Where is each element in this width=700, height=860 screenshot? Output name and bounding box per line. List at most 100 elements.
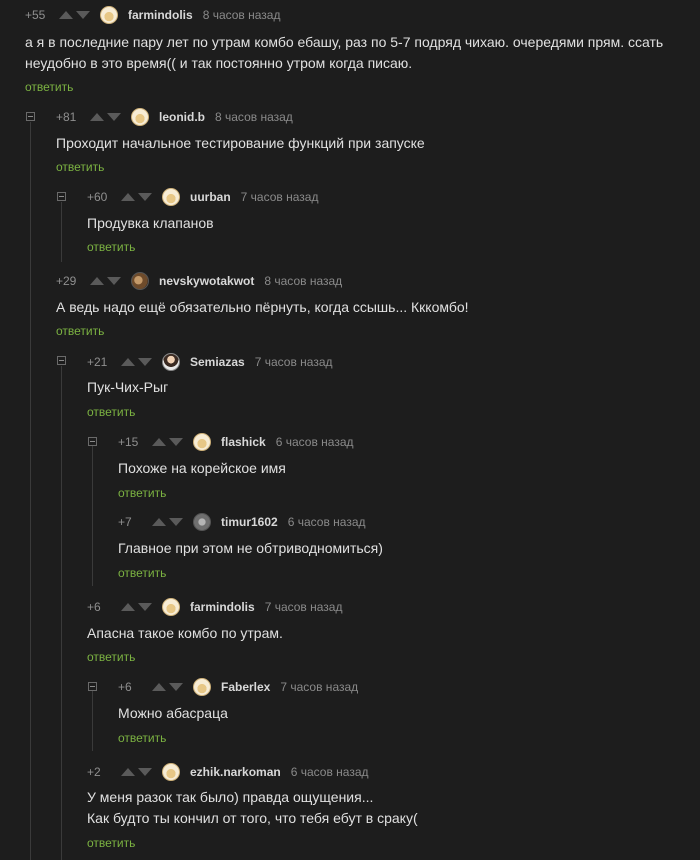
comment-header: +15 flashick 6 часов назад [118,432,354,452]
timestamp[interactable]: 6 часов назад [291,765,369,779]
avatar[interactable] [162,763,180,781]
timestamp[interactable]: 8 часов назад [215,110,293,124]
comment-text: Главное при этом не обтриводномиться) [118,540,383,556]
comment-rating: +6 [87,600,101,614]
reply-link[interactable]: ответить [118,566,166,580]
comment-header: +55 farmindolis 8 часов назад [25,5,280,25]
comment-rating: +81 [56,110,77,124]
username[interactable]: uurban [190,190,231,204]
username[interactable]: ezhik.narkoman [190,765,281,779]
comment-header: +7 timur1602 6 часов назад [118,512,366,532]
username[interactable]: Faberlex [221,680,270,694]
comment-rating: +15 [118,435,139,449]
timestamp[interactable]: 7 часов назад [241,190,319,204]
upvote-icon[interactable] [121,193,135,201]
comment-rating: +2 [87,765,101,779]
upvote-icon[interactable] [152,438,166,446]
upvote-icon[interactable] [59,11,73,19]
avatar[interactable] [193,513,211,531]
username[interactable]: farmindolis [128,8,193,22]
upvote-icon[interactable] [152,518,166,526]
upvote-icon[interactable] [152,683,166,691]
comment-text: А ведь надо ещё обязательно пёрнуть, ког… [56,299,469,315]
comment-rating: +21 [87,355,108,369]
avatar[interactable] [162,188,180,206]
comment-header: +6 Faberlex 7 часов назад [118,677,358,697]
comment-header: +60 uurban 7 часов назад [87,187,318,207]
comment-rating: +7 [118,515,132,529]
collapse-icon[interactable] [57,192,66,201]
reply-link[interactable]: ответить [87,240,135,254]
downvote-icon[interactable] [169,518,183,526]
downvote-icon[interactable] [138,768,152,776]
timestamp[interactable]: 6 часов назад [276,435,354,449]
reply-link[interactable]: ответить [118,486,166,500]
comment-header: +2 ezhik.narkoman 6 часов назад [87,762,369,782]
avatar[interactable] [193,433,211,451]
upvote-icon[interactable] [121,603,135,611]
username[interactable]: Semiazas [190,355,245,369]
timestamp[interactable]: 6 часов назад [288,515,366,529]
downvote-icon[interactable] [169,683,183,691]
reply-link[interactable]: ответить [87,650,135,664]
username[interactable]: flashick [221,435,266,449]
comment-text: Похоже на корейское имя [118,460,286,476]
reply-link[interactable]: ответить [25,80,73,94]
avatar[interactable] [131,272,149,290]
reply-link[interactable]: ответить [56,324,104,338]
username[interactable]: leonid.b [159,110,205,124]
upvote-icon[interactable] [121,358,135,366]
downvote-icon[interactable] [169,438,183,446]
downvote-icon[interactable] [76,11,90,19]
timestamp[interactable]: 8 часов назад [203,8,281,22]
comment-header: +6 farmindolis 7 часов назад [87,597,342,617]
username[interactable]: farmindolis [190,600,255,614]
avatar[interactable] [193,678,211,696]
avatar[interactable] [131,108,149,126]
thread-line [92,691,93,751]
comment-text: Проходит начальное тестирование функций … [56,135,425,151]
reply-link[interactable]: ответить [87,405,135,419]
downvote-icon[interactable] [138,358,152,366]
comment-rating: +60 [87,190,108,204]
collapse-icon[interactable] [88,682,97,691]
downvote-icon[interactable] [107,277,121,285]
downvote-icon[interactable] [107,113,121,121]
upvote-icon[interactable] [121,768,135,776]
comment-header: +21 Semiazas 7 часов назад [87,352,333,372]
reply-link[interactable]: ответить [56,160,104,174]
timestamp[interactable]: 7 часов назад [280,680,358,694]
upvote-icon[interactable] [90,113,104,121]
downvote-icon[interactable] [138,193,152,201]
timestamp[interactable]: 8 часов назад [264,274,342,288]
comment-rating: +55 [25,8,46,22]
comment-header: +81 leonid.b 8 часов назад [56,107,293,127]
collapse-icon[interactable] [57,356,66,365]
comment-text: а я в последние пару лет по утрам комбо … [25,34,664,71]
downvote-icon[interactable] [138,603,152,611]
comment-rating: +29 [56,274,77,288]
thread-line [92,446,93,586]
comment-text: Пук-Чих-Рыг [87,379,169,395]
comment-text: Апасна такое комбо по утрам. [87,625,283,641]
upvote-icon[interactable] [90,277,104,285]
thread-line [61,202,62,262]
comment-text: У меня разок так было) правда ощущения..… [87,789,418,826]
avatar[interactable] [162,353,180,371]
collapse-icon[interactable] [26,112,35,121]
timestamp[interactable]: 7 часов назад [265,600,343,614]
reply-link[interactable]: ответить [87,836,135,850]
thread-line [61,366,62,860]
thread-line [30,122,31,860]
username[interactable]: nevskywotakwot [159,274,254,288]
timestamp[interactable]: 7 часов назад [255,355,333,369]
username[interactable]: timur1602 [221,515,278,529]
comment-text: Продувка клапанов [87,215,214,231]
avatar[interactable] [162,598,180,616]
comment-header: +29 nevskywotakwot 8 часов назад [56,271,342,291]
reply-link[interactable]: ответить [118,731,166,745]
comment-rating: +6 [118,680,132,694]
collapse-icon[interactable] [88,437,97,446]
avatar[interactable] [100,6,118,24]
comment-text: Можно абасраца [118,705,228,721]
